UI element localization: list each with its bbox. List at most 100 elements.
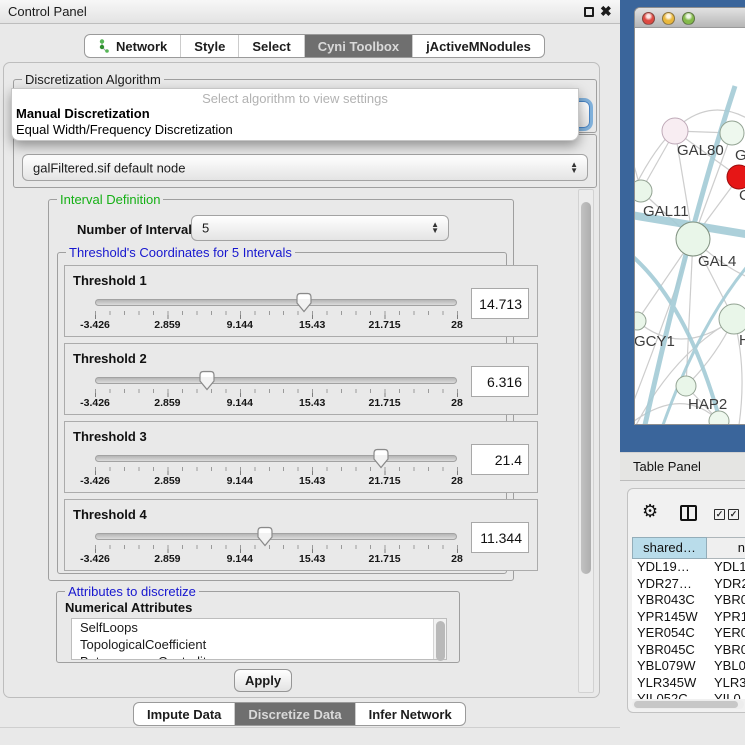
threshold-value-field[interactable]: 11.344: [471, 522, 529, 553]
table-panel-titlebar: Table Panel: [620, 452, 745, 481]
threshold-slider-thumb[interactable]: [256, 526, 274, 547]
table-panel: ⚙ ✓ ✓ shared… name YDL19… YDL1 YDR27… YD…: [627, 488, 745, 713]
slider-minor-ticks: [95, 389, 458, 393]
label-gal11: GAL11: [643, 203, 689, 220]
tab-impute-data[interactable]: Impute Data: [134, 703, 235, 725]
attribute-list-item[interactable]: BetweennessCentrality: [72, 653, 446, 660]
label-hap2: HAP2: [688, 396, 727, 413]
node-hap2[interactable]: [676, 376, 696, 396]
column-header-name[interactable]: name: [707, 537, 745, 559]
network-graph: GAL80 G C GAL11 GAL4 GCY1 H HAP2: [635, 28, 745, 425]
node-partial-h[interactable]: [719, 304, 745, 334]
gear-icon[interactable]: ⚙: [642, 501, 658, 522]
attribute-list-item[interactable]: SelfLoops: [72, 619, 446, 636]
threshold-slider-track[interactable]: [95, 533, 457, 540]
threshold-value-field[interactable]: 21.4: [471, 444, 529, 475]
checkbox-icon[interactable]: ✓: [714, 509, 725, 520]
threshold-row: Threshold 2 -3.426 2.859 9.144 15.43 21.…: [64, 343, 538, 415]
scrollbar-thumb[interactable]: [581, 202, 591, 574]
table-data-combobox[interactable]: galFiltered.sif default node ▲▼: [22, 154, 588, 181]
attributes-list-scrollbar[interactable]: [433, 619, 446, 659]
table-rows: YDL19… YDL1 YDR27… YDR2 YBR043C YBR0 YPR…: [632, 559, 745, 699]
node-red-selected[interactable]: [727, 165, 745, 189]
combo-arrows-icon: ▲▼: [570, 162, 578, 174]
columns-icon[interactable]: [680, 505, 697, 521]
algorithm-item-manual[interactable]: Manual Discretization: [15, 106, 575, 121]
algorithm-dropdown-popup: Select algorithm to view settings Manual…: [11, 88, 579, 141]
table-horizontal-scrollbar[interactable]: [632, 700, 744, 709]
zoom-traffic-light-icon[interactable]: [682, 12, 695, 25]
table-row[interactable]: YBR045C YBR0: [632, 642, 745, 659]
numerical-attributes-list[interactable]: SelfLoops TopologicalCoefficient Between…: [71, 618, 447, 660]
column-header-shared[interactable]: shared…: [632, 537, 707, 559]
attributes-label: Attributes to discretize: [65, 584, 199, 599]
node-gal80[interactable]: [662, 118, 688, 144]
control-panel-titlebar: Control Panel ✖: [0, 0, 620, 24]
apply-button[interactable]: Apply: [234, 669, 292, 692]
number-of-intervals-label: Number of Intervals: [77, 222, 199, 237]
close-traffic-light-icon[interactable]: [642, 12, 655, 25]
label-partial-g: G: [735, 147, 745, 164]
threshold-slider-thumb[interactable]: [198, 370, 216, 391]
node-gal4[interactable]: [676, 222, 710, 256]
table-row[interactable]: YDL19… YDL1: [632, 559, 745, 576]
slider-minor-ticks: [95, 467, 458, 471]
table-row[interactable]: YDR27… YDR2: [632, 576, 745, 593]
settings-scroll-area: Interval Definition Number of Intervals …: [10, 189, 578, 695]
threshold-rows: Threshold 1 -3.426 2.859 9.144 15.43 21.…: [50, 265, 516, 571]
tab-discretize-data[interactable]: Discretize Data: [235, 703, 355, 725]
node-gal11[interactable]: [635, 180, 652, 202]
tab-infer-network[interactable]: Infer Network: [356, 703, 465, 725]
tab-select[interactable]: Select: [239, 35, 304, 57]
label-partial-c: C: [739, 187, 745, 204]
tab-style[interactable]: Style: [181, 35, 239, 57]
threshold-value-field[interactable]: 14.713: [471, 288, 529, 319]
checkbox-icon[interactable]: ✓: [728, 509, 739, 520]
float-window-icon[interactable]: [584, 7, 594, 17]
tab-cyni-toolbox[interactable]: Cyni Toolbox: [305, 35, 413, 57]
slider-axis-labels: -3.426 2.859 9.144 15.43 21.715 28: [95, 553, 457, 567]
threshold-slider-track[interactable]: [95, 299, 457, 306]
slider-axis-labels: -3.426 2.859 9.144 15.43 21.715 28: [95, 319, 457, 333]
network-window-titlebar[interactable]: [635, 8, 745, 28]
threshold-row: Threshold 3 -3.426 2.859 9.144 15.43 21.…: [64, 421, 538, 493]
table-row[interactable]: YER054C YER0: [632, 625, 745, 642]
table-header-row: shared… name: [632, 537, 745, 559]
attribute-list-item[interactable]: TopologicalCoefficient: [72, 636, 446, 653]
interval-definition-label: Interval Definition: [57, 192, 163, 207]
table-row[interactable]: YPR145W YPR1: [632, 609, 745, 626]
slider-axis-labels: -3.426 2.859 9.144 15.43 21.715 28: [95, 397, 457, 411]
bottom-tab-bar: Impute Data Discretize Data Infer Networ…: [133, 702, 466, 726]
table-row[interactable]: YBL079W YBL0: [632, 658, 745, 675]
close-icon[interactable]: ✖: [600, 3, 612, 20]
slider-minor-ticks: [95, 545, 458, 549]
minimize-traffic-light-icon[interactable]: [662, 12, 675, 25]
tab-jactivemnodules[interactable]: jActiveMNodules: [413, 35, 544, 57]
table-row[interactable]: YIL052C YIL0: [632, 691, 745, 699]
table-row[interactable]: YLR345W YLR3: [632, 675, 745, 692]
scrollbar-thumb[interactable]: [634, 701, 738, 708]
threshold-row: Threshold 1 -3.426 2.859 9.144 15.43 21.…: [64, 265, 538, 337]
threshold-value-field[interactable]: 6.316: [471, 366, 529, 397]
thresholds-group: Threshold's Coordinates for 5 Intervals …: [57, 252, 507, 574]
algorithm-item-equal-width[interactable]: Equal Width/Frequency Discretization: [15, 122, 575, 137]
table-row[interactable]: YBR043C YBR0: [632, 592, 745, 609]
slider-axis-labels: -3.426 2.859 9.144 15.43 21.715 28: [95, 475, 457, 489]
threshold-slider-track[interactable]: [95, 455, 457, 462]
threshold-slider-track[interactable]: [95, 377, 457, 384]
interval-definition-group: Interval Definition Number of Intervals …: [48, 199, 514, 581]
threshold-slider-thumb[interactable]: [295, 292, 313, 313]
threshold-label: Threshold 3: [73, 429, 147, 444]
panel-vertical-scrollbar[interactable]: [578, 189, 594, 693]
network-icon: [98, 39, 111, 53]
network-canvas[interactable]: GAL80 G C GAL11 GAL4 GCY1 H HAP2: [635, 28, 745, 425]
bottom-divider: [0, 727, 620, 728]
top-tab-bar: Network Style Select Cyni Toolbox jActiv…: [84, 34, 545, 58]
discretization-algorithm-label: Discretization Algorithm: [22, 72, 164, 87]
label-gal4: GAL4: [698, 253, 736, 270]
tab-network[interactable]: Network: [85, 35, 181, 57]
algorithm-prompt-item[interactable]: Select algorithm to view settings: [12, 91, 578, 106]
threshold-row: Threshold 4 -3.426 2.859 9.144 15.43 21.…: [64, 499, 538, 571]
threshold-slider-thumb[interactable]: [372, 448, 390, 469]
number-of-intervals-combobox[interactable]: 5 ▲▼: [191, 215, 449, 241]
